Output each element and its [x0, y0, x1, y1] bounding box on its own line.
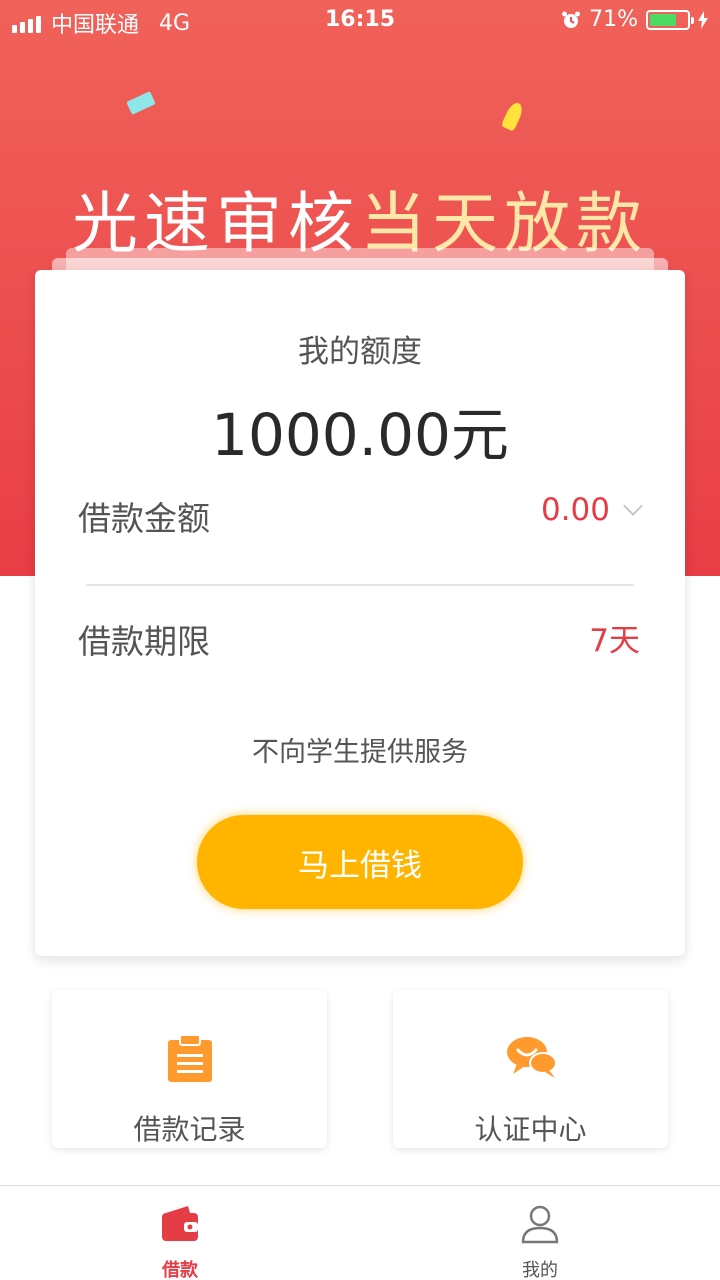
status-bar: 中国联通 4G 16:15 71%: [0, 0, 720, 40]
loan-amount-row[interactable]: 借款金额 0.00: [78, 492, 643, 552]
loan-term-row: 借款期限 7天: [78, 615, 640, 675]
divider: [86, 584, 634, 586]
battery-percent: 71%: [589, 7, 638, 32]
tab-borrow-label: 借款: [162, 1260, 198, 1280]
tab-mine-label: 我的: [522, 1260, 558, 1280]
chat-bubble-icon: [507, 1037, 557, 1078]
certification-center-label: 认证中心: [474, 1113, 587, 1146]
loan-records-label: 借款记录: [133, 1113, 246, 1146]
user-icon: [521, 1205, 559, 1244]
battery-icon: [646, 9, 694, 30]
tab-mine[interactable]: 我的: [360, 1186, 720, 1280]
loan-card: 我的额度 1000.00元 借款金额 0.00 借款期限 7天 不向学生提供服务…: [35, 270, 685, 956]
chevron-down-icon[interactable]: [623, 496, 643, 516]
loan-records-tile[interactable]: 借款记录: [52, 990, 327, 1148]
clipboard-icon: [168, 1034, 212, 1082]
quota-label: 我的额度: [298, 334, 422, 370]
wallet-icon: [162, 1206, 198, 1241]
service-notice: 不向学生提供服务: [252, 737, 468, 768]
loan-amount-value[interactable]: 0.00: [541, 492, 610, 528]
loan-amount-label: 借款金额: [78, 499, 210, 538]
loan-term-value: 7天: [589, 623, 640, 659]
borrow-now-button[interactable]: 马上借钱: [197, 815, 523, 909]
alarm-icon: [562, 11, 581, 28]
bottom-tab-bar: 借款 我的: [0, 1185, 720, 1280]
charging-icon: [698, 10, 708, 29]
loan-term-label: 借款期限: [78, 622, 210, 661]
tab-borrow[interactable]: 借款: [0, 1186, 360, 1280]
quota-value: 1000.00元: [211, 401, 509, 469]
certification-center-tile[interactable]: 认证中心: [393, 990, 668, 1148]
